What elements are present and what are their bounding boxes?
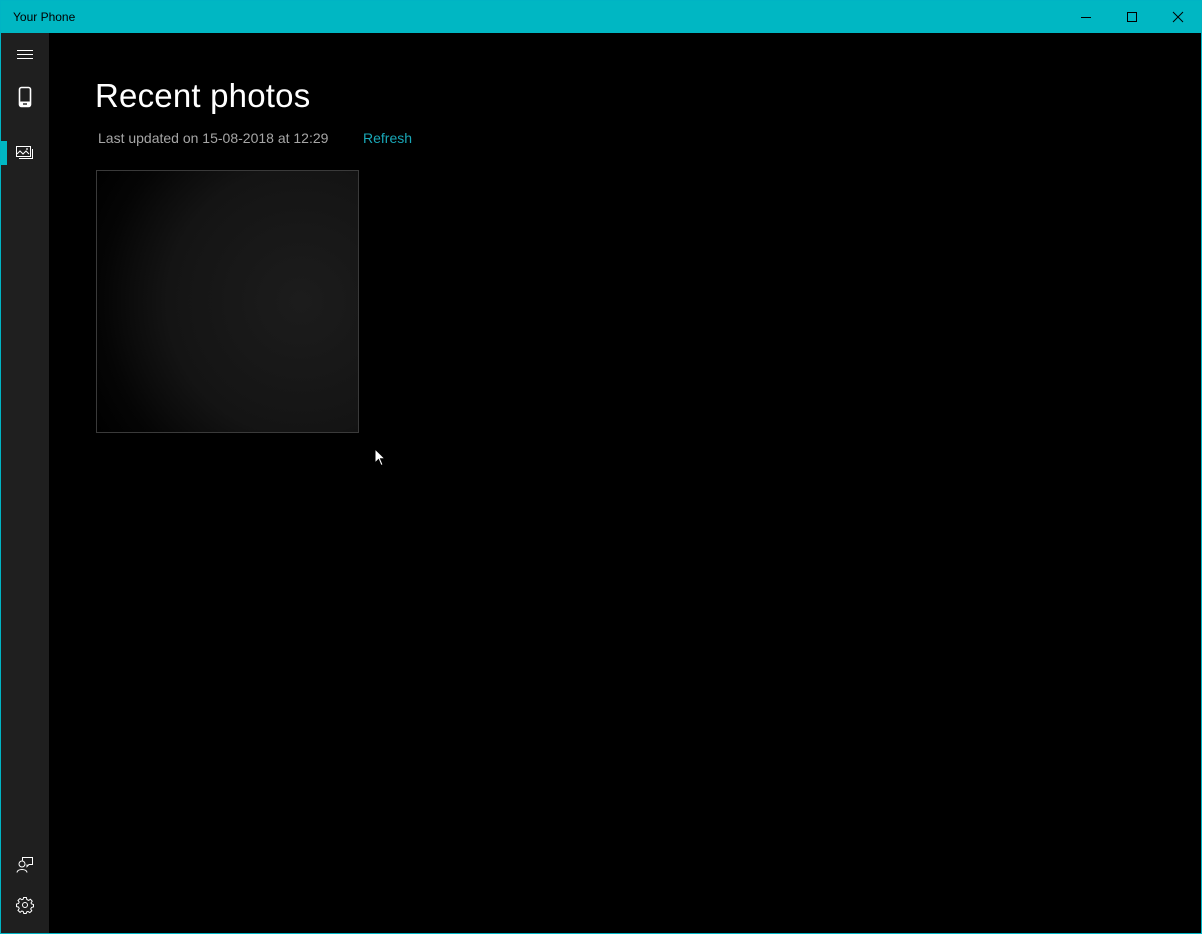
app-window: Your Phone Recent photos Last updated on… xyxy=(0,0,1202,934)
nav-item-photos[interactable] xyxy=(1,133,49,173)
main-content: Recent photos Last updated on 15-08-2018… xyxy=(49,33,1201,933)
title-bar[interactable]: Your Phone xyxy=(1,1,1201,33)
nav-item-phone[interactable] xyxy=(1,77,49,117)
minimize-icon xyxy=(1081,17,1091,18)
maximize-button[interactable] xyxy=(1109,1,1155,33)
hamburger-icon xyxy=(17,50,33,59)
maximize-icon xyxy=(1127,12,1137,22)
photo-thumbnail[interactable] xyxy=(96,170,386,467)
phone-icon xyxy=(18,86,32,108)
refresh-link[interactable]: Refresh xyxy=(363,130,412,146)
photos-icon xyxy=(16,146,33,159)
close-button[interactable] xyxy=(1155,1,1201,33)
mouse-cursor-icon xyxy=(374,448,386,467)
settings-button[interactable] xyxy=(1,885,49,925)
page-title: Recent photos xyxy=(95,77,311,114)
last-updated-text: Last updated on 15-08-2018 at 12:29 xyxy=(98,130,329,146)
window-title: Your Phone xyxy=(13,10,76,24)
minimize-button[interactable] xyxy=(1063,1,1109,33)
gear-icon xyxy=(16,897,34,914)
navigation-sidebar xyxy=(1,33,49,933)
feedback-button[interactable] xyxy=(1,845,49,885)
close-icon xyxy=(1172,11,1184,23)
feedback-icon xyxy=(16,857,33,873)
menu-button[interactable] xyxy=(1,35,49,75)
